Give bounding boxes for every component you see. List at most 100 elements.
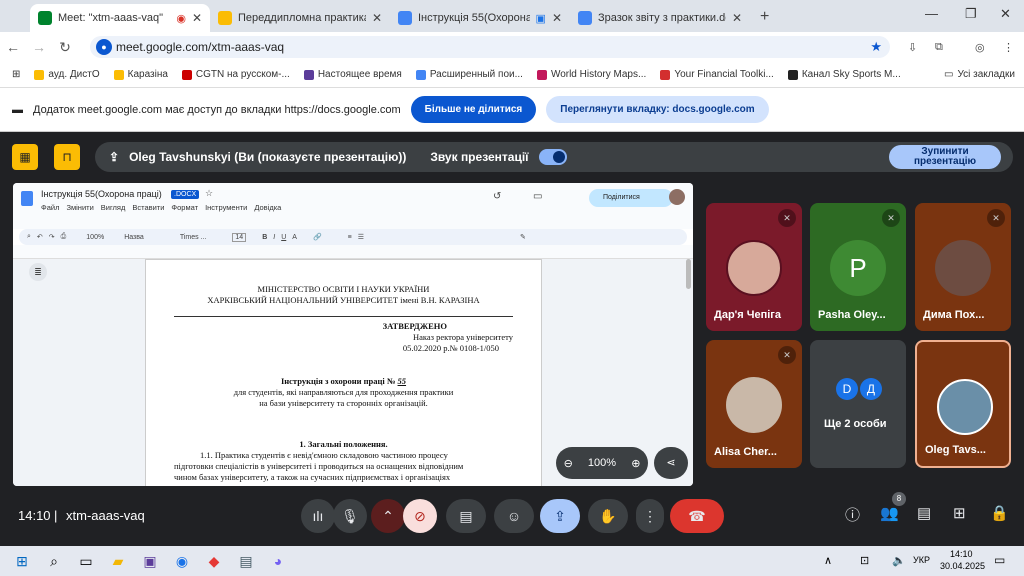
- url-input[interactable]: ● meet.google.com/xtm-aaas-vaq ★: [90, 36, 890, 58]
- new-tab-icon[interactable]: +: [750, 8, 779, 32]
- file-explorer-icon[interactable]: ▰: [102, 546, 134, 576]
- share-screen-options-icon[interactable]: ⋖: [654, 447, 688, 479]
- font-size-input[interactable]: 14: [232, 232, 247, 242]
- audio-levels-icon[interactable]: ılı: [301, 499, 335, 533]
- profile-icon[interactable]: ◎: [975, 41, 985, 54]
- emoji-button[interactable]: ☺: [494, 499, 534, 533]
- bookmark-item[interactable]: CGTN на русском-...: [181, 69, 290, 80]
- underline-icon[interactable]: U: [281, 234, 286, 241]
- align-icon[interactable]: ≡: [348, 234, 352, 241]
- mic-button[interactable]: 🎙: [333, 499, 367, 533]
- maximize-icon[interactable]: ❐: [965, 6, 977, 22]
- extensions-icon[interactable]: ⧉: [935, 41, 943, 54]
- font-select[interactable]: Times ...: [180, 234, 207, 241]
- bookmark-item[interactable]: Каразіна: [113, 69, 168, 80]
- zoom-select[interactable]: 100%: [86, 234, 104, 241]
- close-icon[interactable]: ✕: [732, 11, 742, 25]
- raise-hand-button[interactable]: ✋: [588, 499, 628, 533]
- bookmark-item[interactable]: World History Maps...: [536, 69, 646, 80]
- host-controls-icon[interactable]: 🔒: [990, 504, 1009, 522]
- chat-icon[interactable]: ▤: [917, 504, 931, 522]
- close-icon[interactable]: ✕: [372, 11, 382, 25]
- text-color-icon[interactable]: A: [292, 234, 297, 241]
- windows-start-icon[interactable]: ⊞: [6, 546, 38, 576]
- participant-tile[interactable]: ✕ Дар'я Чепіга: [706, 203, 802, 331]
- star-icon[interactable]: ☆: [205, 188, 213, 199]
- bookmark-item[interactable]: Канал Sky Sports M...: [787, 69, 901, 80]
- zoom-in-icon[interactable]: ⊕: [631, 457, 640, 470]
- people-icon[interactable]: 👥: [880, 504, 899, 522]
- redo-icon[interactable]: ↷: [49, 233, 55, 241]
- bookmark-item[interactable]: Настоящее время: [303, 69, 402, 80]
- tab-practice[interactable]: Переддипломна практика 2025 ✕: [210, 4, 390, 32]
- participant-tile[interactable]: D Д Ще 2 особи: [810, 340, 906, 468]
- link-icon[interactable]: 🔗: [313, 233, 322, 241]
- history-icon[interactable]: ↺: [493, 191, 501, 202]
- search-icon[interactable]: ⌕: [38, 546, 70, 576]
- search-icon[interactable]: ⌕: [27, 233, 31, 241]
- menu-icon[interactable]: ⋮: [1003, 41, 1014, 54]
- participant-tile-self[interactable]: Oleg Tavs...: [915, 340, 1011, 468]
- clock-time[interactable]: 14:10: [950, 549, 973, 559]
- volume-icon[interactable]: 🔈: [892, 554, 906, 567]
- print-icon[interactable]: ⎙: [61, 233, 67, 241]
- style-select[interactable]: Назва: [124, 234, 144, 241]
- captions-button[interactable]: ▤: [446, 499, 486, 533]
- tray-chevron-icon[interactable]: ∧: [824, 554, 832, 567]
- star-icon[interactable]: ★: [870, 39, 882, 55]
- list-icon[interactable]: ☰: [358, 233, 364, 241]
- network-icon[interactable]: ⊡: [860, 554, 869, 567]
- meet-icon[interactable]: ▭: [533, 191, 542, 202]
- activities-icon[interactable]: ⊞: [953, 504, 966, 522]
- chrome-icon[interactable]: ◉: [166, 546, 198, 576]
- more-options-icon[interactable]: ⋮: [636, 499, 664, 533]
- stop-presenting-button[interactable]: Зупинити презентацію: [889, 145, 1001, 169]
- avatar[interactable]: [669, 189, 685, 205]
- bookmark-item[interactable]: ауд. ДистО: [34, 69, 100, 80]
- bold-icon[interactable]: B: [262, 234, 267, 241]
- close-icon[interactable]: ✕: [192, 11, 202, 25]
- menu-file[interactable]: Файл: [41, 203, 59, 212]
- share-audio-toggle[interactable]: [538, 149, 567, 165]
- tab-meet[interactable]: Meet: "xtm-aaas-vaq" ◉ ✕: [30, 4, 210, 32]
- bookmark-item[interactable]: Расширенный пои...: [415, 69, 523, 80]
- menu-insert[interactable]: Вставити: [132, 203, 164, 212]
- participant-tile[interactable]: ✕ Alisa Cher...: [706, 340, 802, 468]
- minimize-icon[interactable]: —: [925, 6, 938, 21]
- meeting-info-icon[interactable]: ⓘ: [845, 504, 860, 525]
- wps-icon[interactable]: ◆: [198, 546, 230, 576]
- participant-tile[interactable]: ✕ Дима Пох...: [915, 203, 1011, 331]
- notifications-icon[interactable]: ▭: [994, 553, 1005, 567]
- undo-icon[interactable]: ↶: [37, 233, 43, 241]
- task-view-icon[interactable]: ▭: [70, 546, 102, 576]
- back-icon[interactable]: ←: [0, 39, 26, 55]
- site-info-icon[interactable]: ●: [96, 39, 112, 55]
- menu-edit[interactable]: Змінити: [66, 203, 93, 212]
- menu-help[interactable]: Довідка: [254, 203, 281, 212]
- edit-mode-icon[interactable]: ✎: [520, 233, 526, 241]
- remote-app-icon[interactable]: ▤: [230, 546, 262, 576]
- hide-self-view-icon[interactable]: ▦: [12, 144, 38, 170]
- close-icon[interactable]: ✕: [552, 11, 562, 25]
- viber-icon[interactable]: ◕: [262, 546, 294, 576]
- language-indicator[interactable]: УКР: [913, 555, 930, 565]
- camera-off-button[interactable]: ⊘: [403, 499, 437, 533]
- outline-icon[interactable]: ≣: [29, 263, 47, 281]
- stop-sharing-button[interactable]: Більше не ділитися: [410, 96, 537, 123]
- view-tab-button[interactable]: Переглянути вкладку: docs.google.com: [546, 96, 769, 123]
- save-app-icon[interactable]: ▣: [134, 546, 166, 576]
- zoom-out-icon[interactable]: ⊖: [564, 457, 573, 470]
- menu-tools[interactable]: Інструменти: [205, 203, 247, 212]
- extension-pin-icon[interactable]: ⇩: [908, 41, 917, 54]
- participant-tile[interactable]: ✕ P Pasha Oley...: [810, 203, 906, 331]
- forward-icon[interactable]: →: [26, 39, 52, 55]
- doc-title[interactable]: Інструкція 55(Охорона праці): [41, 189, 162, 199]
- share-doc-button[interactable]: Поділитися: [589, 189, 673, 207]
- present-button[interactable]: ⇪: [540, 499, 580, 533]
- clock-date[interactable]: 30.04.2025: [940, 561, 985, 571]
- all-bookmarks[interactable]: ▭ Усі закладки: [944, 69, 1015, 80]
- tab-instruction[interactable]: Інструкція 55(Охорона праці) ▣ ✕: [390, 4, 570, 32]
- menu-view[interactable]: Вигляд: [101, 203, 126, 212]
- whiteboard-icon[interactable]: ⊓: [54, 144, 80, 170]
- bookmark-item[interactable]: Your Financial Toolki...: [660, 69, 774, 80]
